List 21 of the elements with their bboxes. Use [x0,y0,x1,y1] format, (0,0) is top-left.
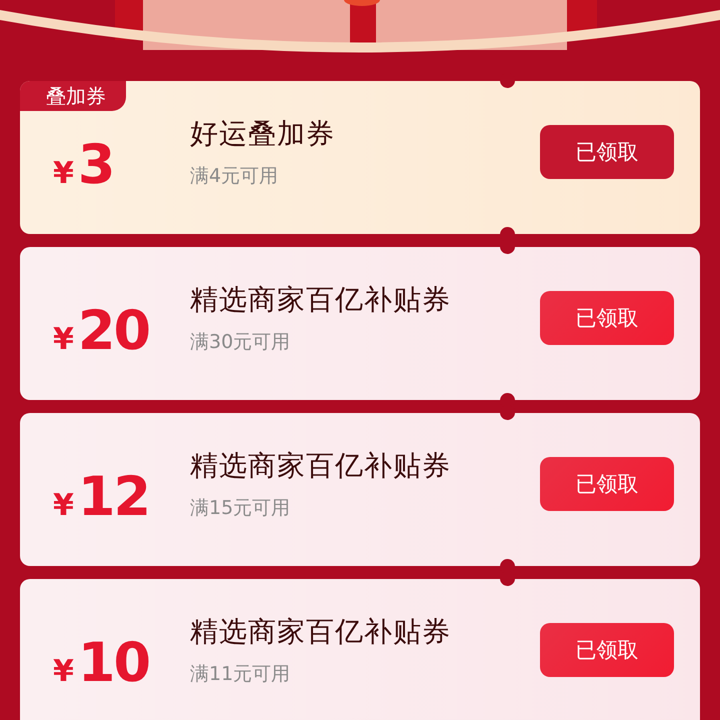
coupon-condition: 满15元可用 [190,496,292,520]
claimed-button[interactable]: 已领取 [540,124,674,178]
currency-symbol: ¥ [53,488,74,523]
claimed-button[interactable]: 已领取 [540,456,674,510]
coupon-tag: 叠加券 [20,81,126,111]
coupon-condition: 满30元可用 [190,330,292,354]
coupon-title: 好运叠加券 [190,116,336,152]
currency-symbol: ¥ [53,156,74,191]
coupon-amount: 20 [78,299,150,362]
coupon-title: 精选商家百亿补贴券 [190,614,452,650]
coupon-title: 精选商家百亿补贴券 [190,282,452,318]
coupon-condition: 满4元可用 [190,164,280,188]
coupon-amount: 10 [78,631,150,694]
coupon-amount: 12 [78,465,150,528]
claimed-button[interactable]: 已领取 [540,622,674,676]
currency-symbol: ¥ [53,654,74,689]
currency-symbol: ¥ [53,322,74,357]
coupon-condition: 满11元可用 [190,662,292,686]
claimed-button[interactable]: 已领取 [540,290,674,344]
coupon-amount: 3 [78,133,114,196]
coupon-title: 精选商家百亿补贴券 [190,448,452,484]
